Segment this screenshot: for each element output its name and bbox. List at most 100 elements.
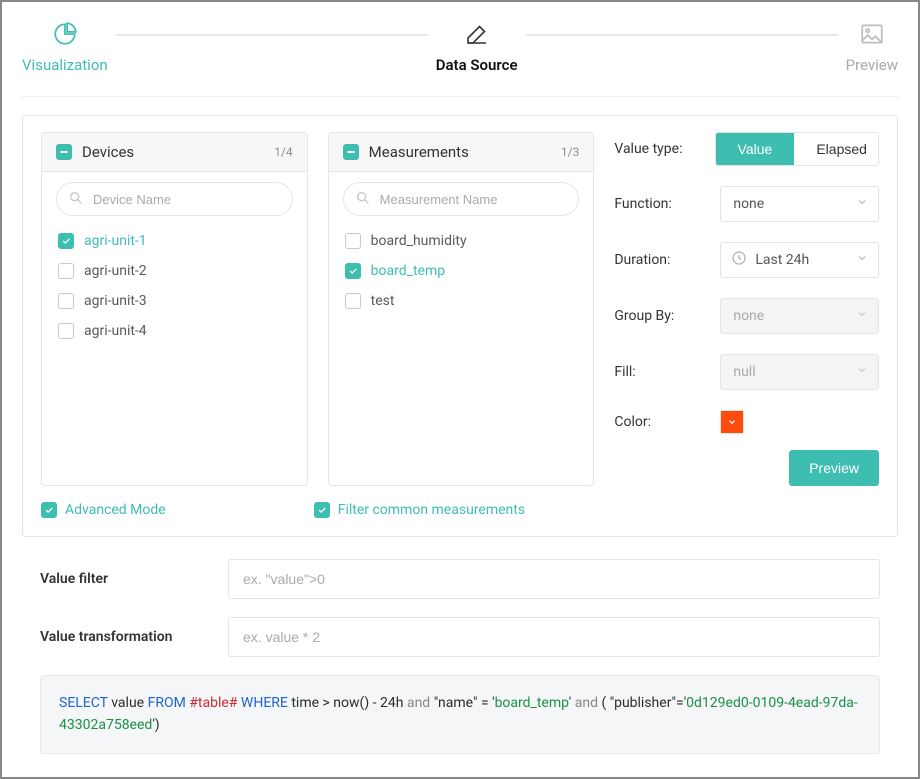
devices-item-label: agri-unit-1 (84, 233, 147, 249)
measurements-search-input[interactable] (343, 182, 580, 216)
devices-select-all-checkbox[interactable] (56, 144, 72, 160)
advanced-mode-label: Advanced Mode (65, 502, 166, 518)
value-transformation-input[interactable] (228, 617, 880, 657)
measurements-panel-title: Measurements (369, 143, 551, 161)
checkbox-icon (314, 502, 330, 518)
measurements-item[interactable]: board_temp (343, 256, 580, 286)
duration-value: Last 24h (755, 252, 809, 268)
checkbox-icon (345, 293, 361, 309)
sql-keyword: SELECT (59, 695, 108, 711)
value-filter-input[interactable] (228, 559, 880, 599)
function-value: none (733, 196, 764, 212)
devices-item-label: agri-unit-4 (84, 323, 147, 339)
value-transformation-label: Value transformation (40, 629, 210, 645)
chevron-down-icon (856, 364, 868, 380)
sql-logic: and (575, 695, 598, 711)
pie-chart-icon (51, 20, 79, 48)
devices-item[interactable]: agri-unit-2 (56, 256, 293, 286)
duration-select[interactable]: Last 24h (720, 242, 879, 278)
step-preview-label: Preview (846, 56, 898, 74)
devices-panel: Devices 1/4 agri-unit-1agri-unit-2agri-u… (41, 132, 308, 486)
chevron-down-icon (856, 252, 868, 268)
datasource-card: Devices 1/4 agri-unit-1agri-unit-2agri-u… (22, 115, 898, 537)
search-icon (355, 190, 371, 206)
sql-logic: and (407, 695, 430, 711)
pencil-icon (463, 20, 491, 48)
duration-label: Duration: (614, 252, 706, 268)
preview-button[interactable]: Preview (789, 450, 879, 486)
color-swatch-inner (721, 411, 743, 433)
step-preview[interactable]: Preview (846, 20, 898, 74)
devices-item-label: agri-unit-3 (84, 293, 147, 309)
chevron-down-icon (856, 196, 868, 212)
sql-string: board_temp (495, 695, 569, 711)
checkbox-icon (58, 263, 74, 279)
measurements-panel-count: 1/3 (561, 145, 579, 159)
measurements-item-label: board_temp (371, 263, 445, 279)
devices-search-input[interactable] (56, 182, 293, 216)
sql-keyword: FROM (148, 695, 186, 711)
group-by-value: none (733, 308, 764, 324)
value-type-segmented: Value Elapsed (715, 132, 879, 166)
devices-item[interactable]: agri-unit-3 (56, 286, 293, 316)
filters-section: Value filter Value transformation (22, 559, 898, 657)
fill-select[interactable]: null (720, 354, 879, 390)
chevron-down-icon (856, 308, 868, 324)
filter-common-label: Filter common measurements (338, 502, 525, 518)
query-preview: SELECT value FROM #table# WHERE time > n… (40, 675, 880, 754)
checkbox-icon (58, 293, 74, 309)
advanced-mode-toggle[interactable]: Advanced Mode (41, 502, 166, 518)
step-datasource-label: Data Source (436, 56, 518, 74)
sql-token: value (111, 695, 144, 711)
measurements-item-label: board_humidity (371, 233, 467, 249)
measurements-panel: Measurements 1/3 board_humidity board_tem… (328, 132, 595, 486)
fill-label: Fill: (614, 364, 706, 380)
devices-item[interactable]: agri-unit-4 (56, 316, 293, 346)
checkbox-icon (345, 263, 361, 279)
step-datasource[interactable]: Data Source (436, 20, 518, 74)
measurements-item[interactable]: board_humidity (343, 226, 580, 256)
clock-icon (731, 250, 747, 270)
fill-value: null (733, 364, 755, 380)
sql-expr: time > now() - 24h (291, 695, 403, 711)
settings-column: Value type: Value Elapsed Function: none… (614, 132, 879, 486)
value-type-label: Value type: (614, 141, 700, 157)
devices-item[interactable]: agri-unit-1 (56, 226, 293, 256)
step-visualization-label: Visualization (22, 56, 108, 74)
stepper-connector (526, 34, 838, 36)
devices-list: agri-unit-1 agri-unit-2 agri-unit-3 agri-un… (56, 226, 293, 346)
sql-table: #table# (189, 695, 237, 711)
divider (22, 96, 898, 97)
function-label: Function: (614, 196, 706, 212)
function-select[interactable]: none (720, 186, 879, 222)
search-icon (68, 190, 84, 206)
devices-item-label: agri-unit-2 (84, 263, 147, 279)
sql-token: ( "publisher"=' (601, 695, 686, 711)
group-by-select[interactable]: none (720, 298, 879, 334)
measurements-item[interactable]: test (343, 286, 580, 316)
color-picker[interactable] (720, 410, 744, 434)
color-label: Color: (614, 414, 706, 430)
group-by-label: Group By: (614, 308, 706, 324)
step-visualization[interactable]: Visualization (22, 20, 108, 74)
sql-token: "name" = ' (434, 695, 495, 711)
checkbox-icon (58, 323, 74, 339)
devices-panel-count: 1/4 (274, 145, 292, 159)
stepper-connector (116, 34, 428, 36)
measurements-select-all-checkbox[interactable] (343, 144, 359, 160)
checkbox-icon (58, 233, 74, 249)
filter-common-toggle[interactable]: Filter common measurements (314, 502, 525, 518)
devices-panel-title: Devices (82, 143, 264, 161)
sql-token: ') (152, 717, 159, 733)
measurements-list: board_humidity board_temptest (343, 226, 580, 316)
value-filter-label: Value filter (40, 571, 210, 587)
image-icon (858, 20, 886, 48)
measurements-item-label: test (371, 293, 395, 309)
sql-token: ' (569, 695, 571, 711)
checkbox-icon (41, 502, 57, 518)
sql-keyword: WHERE (241, 695, 288, 711)
value-type-value-button[interactable]: Value (716, 133, 795, 165)
stepper: Visualization Data Source Preview (22, 20, 898, 74)
checkbox-icon (345, 233, 361, 249)
value-type-elapsed-button[interactable]: Elapsed (794, 133, 879, 165)
